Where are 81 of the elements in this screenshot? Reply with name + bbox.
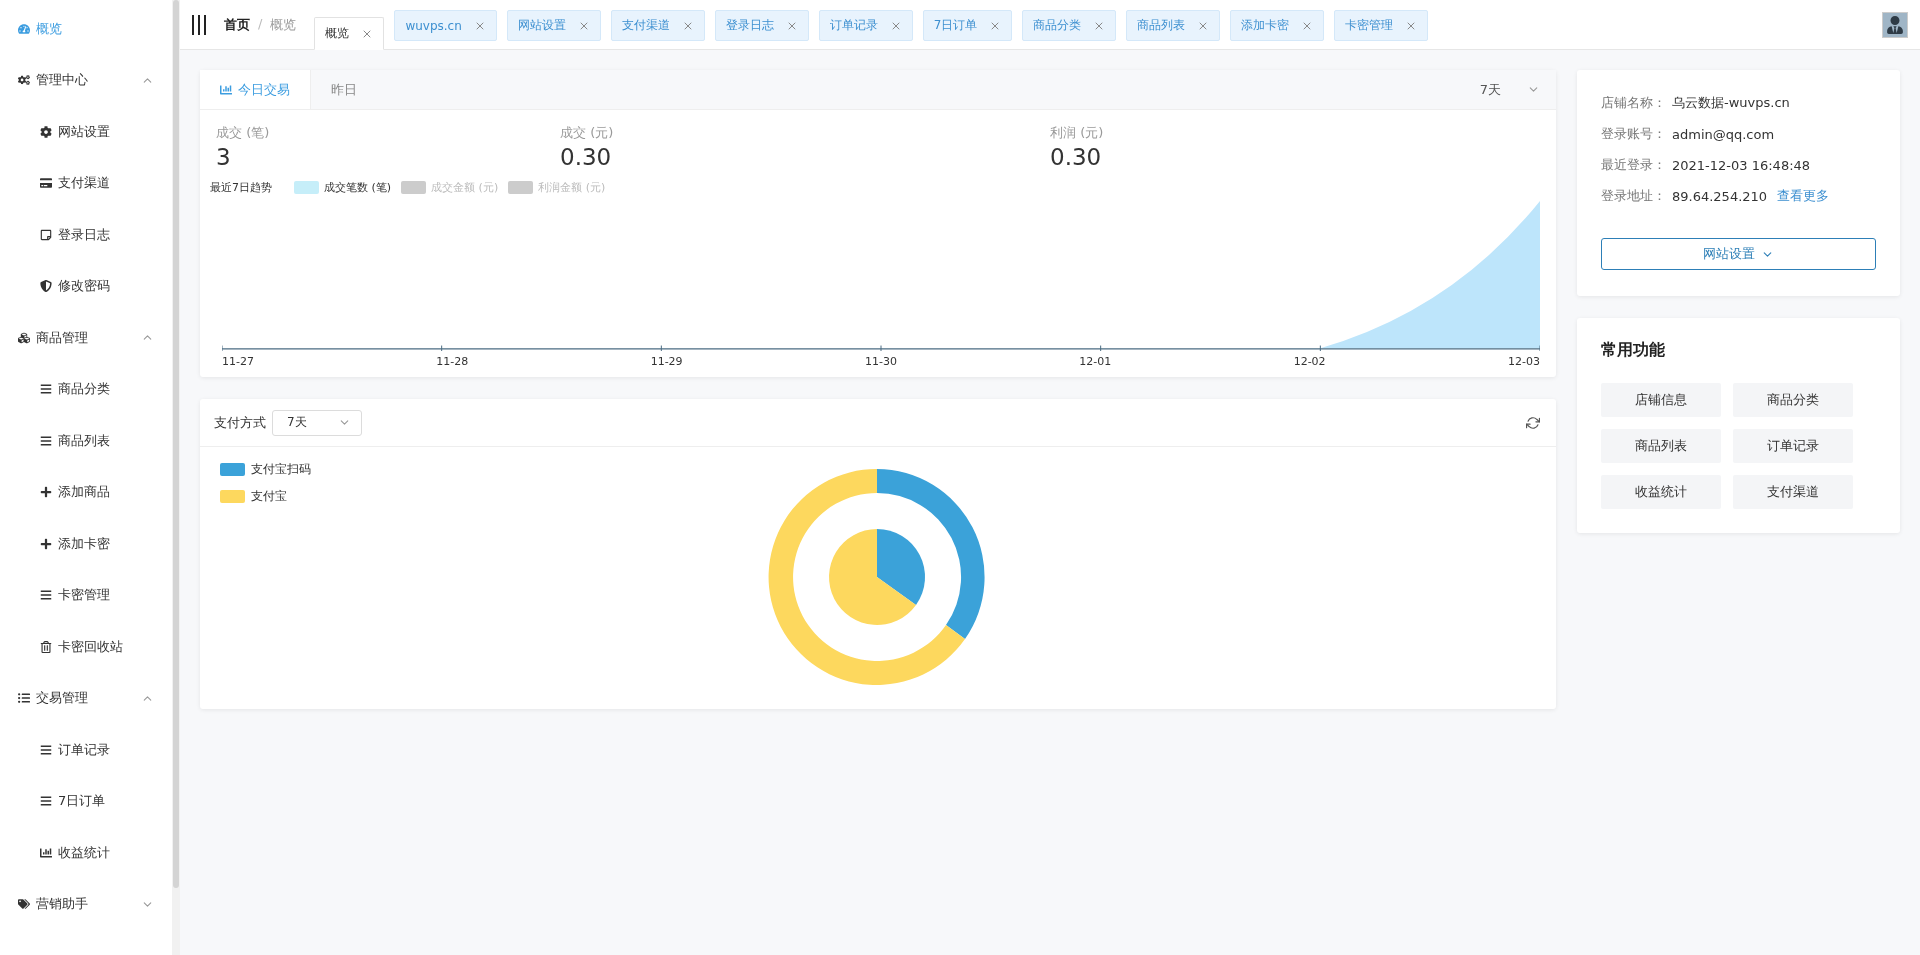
range-select[interactable]: 7天 (1479, 70, 1540, 109)
shortcut-button[interactable]: 商品列表 (1601, 429, 1721, 463)
list-icon (18, 692, 30, 705)
legend-item[interactable]: 成交笔数 (笔) (294, 180, 392, 195)
range-select[interactable]: 7天 (272, 409, 362, 436)
legend-item[interactable]: 支付宝 (220, 488, 311, 505)
plus-icon (40, 537, 52, 550)
info-label: 登录账号： (1601, 125, 1666, 143)
menu-icon (40, 589, 52, 602)
sidebar-item[interactable]: 修改密码 (0, 260, 172, 312)
menu-icon (40, 743, 52, 756)
shortcut-button[interactable]: 收益统计 (1601, 475, 1721, 509)
more-link[interactable]: 查看更多 (1777, 187, 1830, 205)
bar-chart-icon (40, 846, 52, 859)
axis-label: 12-03 (1507, 355, 1540, 368)
gears-icon (18, 74, 30, 87)
cubes-icon (18, 331, 30, 344)
gear-icon (40, 125, 52, 138)
sidebar-item[interactable]: 管理中心 (0, 54, 172, 106)
plus-icon (40, 486, 52, 499)
sidebar-item[interactable]: 收益统计 (0, 827, 172, 879)
sidebar-item[interactable]: 订单记录 (0, 724, 172, 776)
refresh-icon[interactable] (1526, 415, 1540, 430)
info-label: 最近登录： (1601, 156, 1666, 174)
info-label: 登录地址： (1601, 187, 1666, 205)
site-settings-button[interactable]: 网站设置 (1601, 238, 1876, 270)
sidebar-item[interactable]: 商品管理 (0, 312, 172, 364)
sidebar-item[interactable]: 商品列表 (0, 415, 172, 467)
avatar[interactable] (1882, 11, 1908, 38)
stat-label: 成交 (笔) (216, 124, 271, 142)
shortcut-button[interactable]: 商品分类 (1733, 383, 1853, 417)
sidebar-item[interactable]: 登录日志 (0, 209, 172, 261)
card-tab[interactable]: 昨日 (311, 70, 377, 109)
page-tab[interactable]: 概览 (314, 17, 385, 50)
breadcrumb-item[interactable]: 首页 (224, 15, 250, 34)
sidebar-item[interactable]: 添加卡密 (0, 518, 172, 570)
card-icon (40, 177, 52, 190)
shortcut-button[interactable]: 店铺信息 (1601, 383, 1721, 417)
chart-title: 最近7日趋势 (210, 180, 272, 195)
info-value: 89.64.254.210 (1672, 188, 1768, 204)
sidebar-item[interactable]: 交易管理 (0, 672, 172, 724)
sidebar-item[interactable]: 支付渠道 (0, 157, 172, 209)
trash-icon (40, 640, 52, 653)
gauge-icon (18, 22, 30, 35)
info-value: 2021-12-03 16:48:48 (1672, 157, 1811, 173)
axis-label: 11-28 (436, 355, 469, 368)
note-icon (40, 228, 52, 241)
scrollbar-thumb[interactable] (173, 0, 179, 888)
axis-label: 12-02 (1293, 355, 1326, 368)
axis-label: 11-29 (650, 355, 683, 368)
menu-icon[interactable] (192, 14, 206, 35)
info-value: 乌云数据-wuvps.cn (1672, 94, 1790, 112)
bar-chart-icon (220, 83, 232, 96)
sidebar-item[interactable]: 7日订单 (0, 775, 172, 827)
menu-icon (40, 434, 52, 447)
stat-value: 0.30 (560, 144, 613, 170)
axis-label: 11-27 (222, 355, 254, 368)
info-label: 店铺名称： (1601, 94, 1666, 112)
sidebar-item[interactable]: 添加商品 (0, 466, 172, 518)
menu-icon (40, 383, 52, 396)
sidebar-item[interactable]: 卡密管理 (0, 569, 172, 621)
breadcrumb-separator: / (258, 15, 263, 33)
tags-icon (18, 898, 30, 911)
sidebar-item[interactable]: 网站设置 (0, 106, 172, 158)
sidebar-item[interactable]: 营销助手 (0, 878, 172, 930)
stat-label: 利润 (元) (1050, 124, 1105, 142)
info-value: admin@qq.com (1672, 126, 1775, 142)
sidebar-item[interactable]: 卡密回收站 (0, 621, 172, 673)
axis-label: 11-30 (865, 355, 897, 368)
shortcut-button[interactable]: 支付渠道 (1733, 475, 1853, 509)
sidebar-item[interactable]: 商品分类 (0, 363, 172, 415)
card-title: 支付方式 (214, 413, 266, 432)
stat-value: 3 (216, 144, 232, 170)
card-title: 常用功能 (1601, 340, 1666, 361)
stat-value: 0.30 (1050, 144, 1103, 170)
shortcut-button[interactable]: 订单记录 (1733, 429, 1853, 463)
menu-icon (40, 795, 52, 808)
legend-item[interactable]: 支付宝扫码 (220, 461, 311, 478)
shield-icon (40, 280, 52, 293)
axis-label: 12-01 (1079, 355, 1112, 368)
stat-label: 成交 (元) (560, 124, 615, 142)
